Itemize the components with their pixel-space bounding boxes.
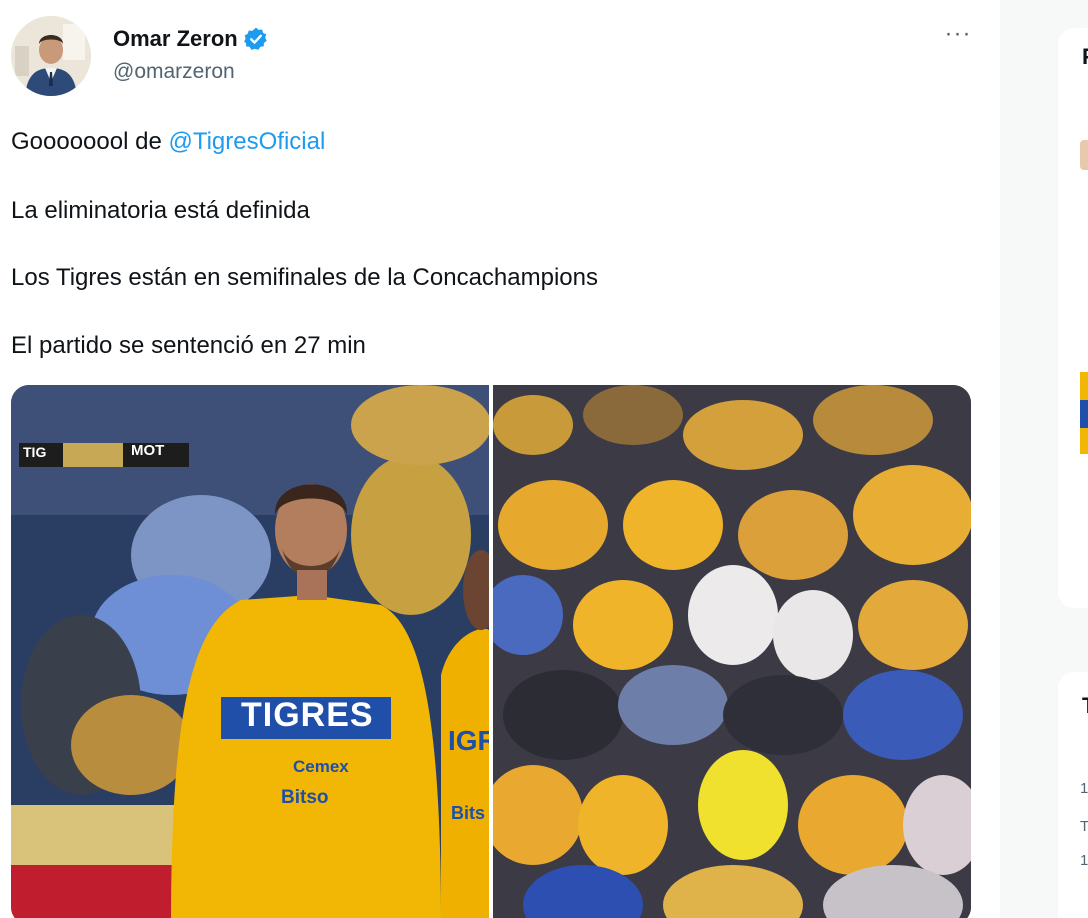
avatar[interactable] <box>11 16 91 96</box>
crowd-pattern <box>493 385 971 918</box>
tweet-media[interactable]: TIG MOT TIGRES Cemex Bitso IGR Bits <box>11 385 971 918</box>
author-name-row: Omar Zeron <box>113 26 269 52</box>
sidebar-line-2: T <box>1080 818 1088 835</box>
mention-link[interactable]: @TigresOficial <box>168 128 325 155</box>
jersey-text: TIGRES <box>241 696 374 734</box>
media-photo-player[interactable]: TIG MOT TIGRES Cemex Bitso IGR Bits <box>11 385 489 918</box>
profile-photo <box>11 16 91 96</box>
jersey-sponsor-partial: Bits <box>451 803 486 823</box>
tweet-text-prefix: Goooooool de <box>11 128 169 155</box>
tweet: Omar Zeron @omarzeron ··· Goooooool de @… <box>0 0 1000 918</box>
sidebar-avatar <box>1080 140 1088 170</box>
jersey-sponsor-1: Cemex <box>293 757 349 776</box>
sidebar-thumbnail-stripe <box>1080 400 1088 428</box>
verified-badge-icon <box>243 27 267 50</box>
jersey-sponsor-2: Bitso <box>281 787 329 808</box>
scoreboard-home: TIG <box>23 444 47 460</box>
sidebar-heading-1: F <box>1082 44 1088 70</box>
right-sidebar <box>1000 0 1088 918</box>
tweet-text-line-3: Los Tigres están en semifinales de la Co… <box>11 264 598 291</box>
sidebar-heading-2: T <box>1082 693 1088 719</box>
tweet-text-line-2: La eliminatoria está definida <box>11 197 310 224</box>
player-photo <box>11 385 489 918</box>
tweet-text-line-1: Goooooool de @TigresOficial <box>11 128 325 156</box>
author-handle[interactable]: @omarzeron <box>113 60 235 84</box>
author-display-name[interactable]: Omar Zeron <box>113 26 238 52</box>
more-horizontal-icon: ··· <box>944 20 972 47</box>
media-photo-crowd[interactable] <box>493 385 971 918</box>
sidebar-line-3: 1 <box>1080 852 1088 869</box>
scoreboard-away: MOT <box>131 442 165 459</box>
more-options-button[interactable]: ··· <box>938 22 978 52</box>
sidebar-line-1: 1 <box>1080 780 1088 797</box>
crowd-photo <box>493 385 971 918</box>
jersey-text-partial: IGR <box>448 725 489 756</box>
tweet-text-line-4: El partido se sentenció en 27 min <box>11 332 366 359</box>
sidebar-card-1 <box>1058 28 1088 608</box>
